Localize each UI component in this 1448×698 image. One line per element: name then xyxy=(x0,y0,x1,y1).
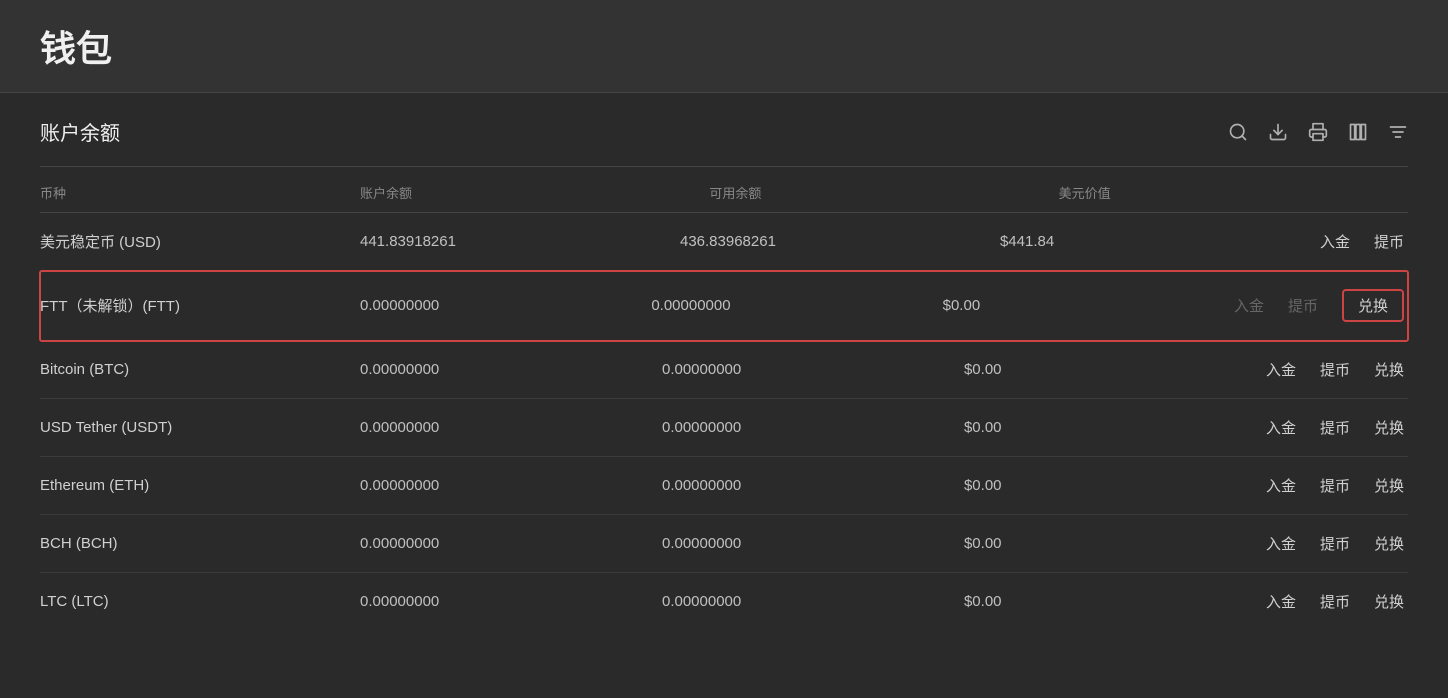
actions-cell-usd: 入金 提币 xyxy=(1320,231,1408,252)
download-icon[interactable] xyxy=(1268,122,1288,142)
cell-account-balance-ftt: 0.00000000 xyxy=(360,297,651,314)
withdraw-button-ftt: 提币 xyxy=(1288,295,1318,316)
cell-currency-bch: BCH (BCH) xyxy=(40,535,360,552)
page-title: 钱包 xyxy=(40,20,1408,72)
exchange-button-ftt[interactable]: 兑换 xyxy=(1342,289,1404,322)
deposit-button-usd[interactable]: 入金 xyxy=(1320,231,1350,252)
cell-account-balance-eth: 0.00000000 xyxy=(360,477,662,494)
cell-currency-usd: 美元稳定币 (USD) xyxy=(40,231,360,252)
cell-usd-value-ftt: $0.00 xyxy=(943,297,1234,314)
table-row: 美元稳定币 (USD)441.83918261436.83968261$441.… xyxy=(40,213,1408,271)
cell-usd-value-usdt: $0.00 xyxy=(964,419,1266,436)
cell-available-balance-ftt: 0.00000000 xyxy=(651,297,942,314)
exchange-button-bch[interactable]: 兑换 xyxy=(1374,533,1404,554)
table-header: 币种 账户余额 可用余额 美元价值 xyxy=(40,167,1408,213)
cell-available-balance-usd: 436.83968261 xyxy=(680,233,1000,250)
cell-currency-ftt: FTT（未解锁）(FTT) xyxy=(40,295,360,316)
cell-account-balance-ltc: 0.00000000 xyxy=(360,593,662,610)
cell-account-balance-usdt: 0.00000000 xyxy=(360,419,662,436)
deposit-button-ltc[interactable]: 入金 xyxy=(1266,591,1296,612)
cell-usd-value-eth: $0.00 xyxy=(964,477,1266,494)
cell-available-balance-usdt: 0.00000000 xyxy=(662,419,964,436)
col-available-balance: 可用余额 xyxy=(709,183,1058,202)
main-content: 账户余额 xyxy=(0,93,1448,630)
actions-cell-btc: 入金 提币 兑换 xyxy=(1266,359,1408,380)
table-row: FTT（未解锁）(FTT)0.000000000.00000000$0.00入金… xyxy=(40,271,1408,341)
withdraw-button-ltc[interactable]: 提币 xyxy=(1320,591,1350,612)
section-header: 账户余额 xyxy=(40,93,1408,167)
actions-cell-usdt: 入金 提币 兑换 xyxy=(1266,417,1408,438)
exchange-button-ltc[interactable]: 兑换 xyxy=(1374,591,1404,612)
withdraw-button-eth[interactable]: 提币 xyxy=(1320,475,1350,496)
table-row: LTC (LTC)0.000000000.00000000$0.00入金提币兑换 xyxy=(40,573,1408,630)
cell-currency-eth: Ethereum (ETH) xyxy=(40,477,360,494)
exchange-button-btc[interactable]: 兑换 xyxy=(1374,359,1404,380)
cell-available-balance-ltc: 0.00000000 xyxy=(662,593,964,610)
cell-currency-btc: Bitcoin (BTC) xyxy=(40,361,360,378)
columns-icon[interactable] xyxy=(1348,122,1368,142)
actions-cell-ftt: 入金 提币 兑换 xyxy=(1234,289,1408,322)
withdraw-button-usdt[interactable]: 提币 xyxy=(1320,417,1350,438)
exchange-button-usdt[interactable]: 兑换 xyxy=(1374,417,1404,438)
cell-usd-value-usd: $441.84 xyxy=(1000,233,1320,250)
filter-icon[interactable] xyxy=(1388,122,1408,142)
deposit-button-ftt: 入金 xyxy=(1234,295,1264,316)
exchange-button-eth[interactable]: 兑换 xyxy=(1374,475,1404,496)
deposit-button-bch[interactable]: 入金 xyxy=(1266,533,1296,554)
table-row: Ethereum (ETH)0.000000000.00000000$0.00入… xyxy=(40,457,1408,515)
toolbar xyxy=(1228,122,1408,142)
col-currency: 币种 xyxy=(40,183,360,202)
deposit-button-eth[interactable]: 入金 xyxy=(1266,475,1296,496)
cell-account-balance-usd: 441.83918261 xyxy=(360,233,680,250)
section-title: 账户余额 xyxy=(40,117,120,146)
cell-account-balance-bch: 0.00000000 xyxy=(360,535,662,552)
page-header: 钱包 xyxy=(0,0,1448,93)
deposit-button-btc[interactable]: 入金 xyxy=(1266,359,1296,380)
withdraw-button-btc[interactable]: 提币 xyxy=(1320,359,1350,380)
table-row: BCH (BCH)0.000000000.00000000$0.00入金提币兑换 xyxy=(40,515,1408,573)
cell-account-balance-btc: 0.00000000 xyxy=(360,361,662,378)
actions-cell-ltc: 入金 提币 兑换 xyxy=(1266,591,1408,612)
cell-usd-value-ltc: $0.00 xyxy=(964,593,1266,610)
search-icon[interactable] xyxy=(1228,122,1248,142)
table-body: 美元稳定币 (USD)441.83918261436.83968261$441.… xyxy=(40,213,1408,630)
cell-usd-value-btc: $0.00 xyxy=(964,361,1266,378)
cell-currency-usdt: USD Tether (USDT) xyxy=(40,419,360,436)
table-row: Bitcoin (BTC)0.000000000.00000000$0.00入金… xyxy=(40,341,1408,399)
col-account-balance: 账户余额 xyxy=(360,183,709,202)
col-usd-value: 美元价值 xyxy=(1059,183,1408,202)
cell-usd-value-bch: $0.00 xyxy=(964,535,1266,552)
cell-available-balance-bch: 0.00000000 xyxy=(662,535,964,552)
actions-cell-eth: 入金 提币 兑换 xyxy=(1266,475,1408,496)
withdraw-button-bch[interactable]: 提币 xyxy=(1320,533,1350,554)
cell-currency-ltc: LTC (LTC) xyxy=(40,593,360,610)
withdraw-button-usd[interactable]: 提币 xyxy=(1374,231,1404,252)
print-icon[interactable] xyxy=(1308,122,1328,142)
actions-cell-bch: 入金 提币 兑换 xyxy=(1266,533,1408,554)
table-row: USD Tether (USDT)0.000000000.00000000$0.… xyxy=(40,399,1408,457)
deposit-button-usdt[interactable]: 入金 xyxy=(1266,417,1296,438)
cell-available-balance-eth: 0.00000000 xyxy=(662,477,964,494)
cell-available-balance-btc: 0.00000000 xyxy=(662,361,964,378)
